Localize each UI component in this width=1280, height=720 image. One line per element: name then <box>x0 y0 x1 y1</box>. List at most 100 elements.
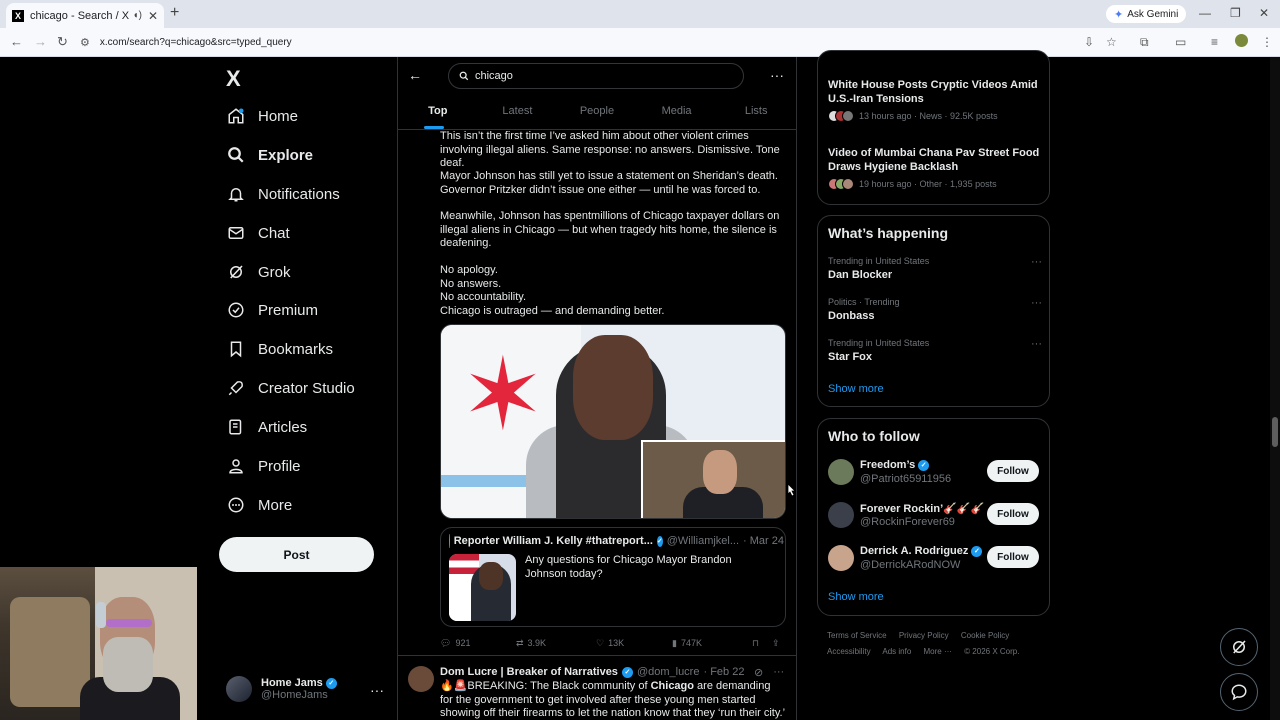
minimize-icon[interactable]: — <box>1199 6 1211 20</box>
share-icon[interactable]: ⇪ <box>772 638 780 649</box>
repost-button[interactable]: ⇄ 3.9K <box>516 638 596 649</box>
search-more-icon[interactable]: ··· <box>770 67 784 83</box>
follow-suggestion[interactable]: Derrick A. Rodriguez ✓ @DerrickARodNOW F… <box>828 543 1042 575</box>
maximize-icon[interactable]: ❐ <box>1230 6 1241 20</box>
back-arrow-icon[interactable]: ← <box>408 67 422 83</box>
reply-count: 921 <box>455 638 471 648</box>
quoted-tweet[interactable]: Reporter William J. Kelly #thatreport...… <box>440 527 786 627</box>
views-button[interactable]: ▮ 747K <box>672 638 752 649</box>
news-card: White House Posts Cryptic Videos Amid U.… <box>817 50 1050 205</box>
new-tab-button[interactable]: + <box>170 4 179 22</box>
avatar <box>449 534 450 548</box>
follow-handle: @DerrickARodNOW <box>860 559 961 571</box>
avatar <box>226 676 252 702</box>
nav-profile[interactable]: Profile <box>226 451 301 481</box>
nav-label: Chat <box>258 224 290 242</box>
news-meta-row: 19 hours ago · Other · 1,935 posts <box>828 178 1042 190</box>
messages-fab-button[interactable] <box>1220 673 1258 711</box>
trend-item[interactable]: Trending in United States Star Fox ··· <box>828 338 1042 363</box>
audio-icon[interactable]: ◖) <box>133 10 142 21</box>
footer-link[interactable]: More ··· <box>924 647 952 656</box>
nav-explore[interactable]: Explore <box>226 140 313 170</box>
profile-avatar[interactable] <box>1235 34 1248 47</box>
bookmark-icon[interactable]: ⊓ <box>752 638 772 649</box>
trend-item[interactable]: Trending in United States Dan Blocker ··… <box>828 256 1042 281</box>
nav-articles[interactable]: Articles <box>226 412 307 442</box>
tab-lists[interactable]: Lists <box>716 99 796 129</box>
nav-bookmarks[interactable]: Bookmarks <box>226 334 333 364</box>
follow-button[interactable]: Follow <box>987 503 1039 525</box>
nav-label: Premium <box>258 301 319 319</box>
webcam-overlay <box>0 567 197 720</box>
footer-link[interactable]: Accessibility <box>827 647 871 656</box>
post-button[interactable]: Post <box>219 537 374 572</box>
news-item[interactable]: Video of Mumbai Chana Pav Street Food Dr… <box>828 147 1042 190</box>
bookmark-star-icon[interactable]: ☆ <box>1106 35 1117 49</box>
tab-title: chicago - Search / X <box>30 9 130 22</box>
news-item[interactable]: White House Posts Cryptic Videos Amid U.… <box>828 79 1042 122</box>
install-icon[interactable]: ⇩ <box>1084 35 1094 49</box>
follow-button[interactable]: Follow <box>987 460 1039 482</box>
account-switcher[interactable]: Home Jams ✓ @HomeJams <box>226 674 386 704</box>
footer-link[interactable]: Terms of Service <box>827 631 887 640</box>
search-input[interactable]: chicago <box>448 63 744 89</box>
scrollbar-thumb[interactable] <box>1272 417 1278 447</box>
trend-more-icon[interactable]: ··· <box>1031 338 1042 350</box>
like-button[interactable]: ♡ 13K <box>596 638 672 649</box>
x-logo[interactable]: X <box>226 66 241 92</box>
who-to-follow-card: Who to follow Freedom’s ✓ @Patriot659119… <box>817 418 1050 616</box>
show-more-link[interactable]: Show more <box>828 591 884 603</box>
bell-icon <box>226 184 246 204</box>
nav-creator-studio[interactable]: Creator Studio <box>226 373 355 403</box>
nav-chat[interactable]: Chat <box>226 218 290 248</box>
browser-tab[interactable]: X chicago - Search / X ◖) ✕ <box>6 3 164 28</box>
site-info-icon[interactable]: ⚙ <box>80 36 90 49</box>
trend-more-icon[interactable]: ··· <box>1031 297 1042 309</box>
follow-suggestion[interactable]: Forever Rockin’🎸🎸🎸 @RockinForever69 Foll… <box>828 500 1042 532</box>
home-icon <box>226 106 246 126</box>
reply-button[interactable]: 💬︎ 921 <box>440 638 516 649</box>
quote-text: Any questions for Chicago Mayor Brandon … <box>525 554 732 580</box>
footer-link[interactable]: Privacy Policy <box>899 631 949 640</box>
tab-media[interactable]: Media <box>637 99 717 129</box>
follow-suggestion[interactable]: Freedom’s ✓ @Patriot65911956 Follow <box>828 457 1042 489</box>
reply-icon: 💬︎ <box>440 637 452 648</box>
follow-button[interactable]: Follow <box>987 546 1039 568</box>
trend-more-icon[interactable]: ··· <box>1031 256 1042 268</box>
grok-icon[interactable]: ⊘ <box>754 666 763 679</box>
extensions-icon[interactable]: ⧉ <box>1140 35 1149 50</box>
nav-home[interactable]: Home <box>226 101 298 131</box>
tab-latest[interactable]: Latest <box>478 99 558 129</box>
nav-premium[interactable]: Premium <box>226 295 318 325</box>
forward-icon[interactable]: → <box>34 34 47 49</box>
close-tab-icon[interactable]: ✕ <box>148 9 158 23</box>
footer-link[interactable]: Ads info <box>882 647 911 656</box>
x-favicon-icon: X <box>12 9 24 22</box>
ask-gemini-button[interactable]: ✦ Ask Gemini <box>1106 5 1187 23</box>
copyright: © 2026 X Corp. <box>964 647 1020 656</box>
nav-more[interactable]: More <box>226 490 292 520</box>
grok-icon <box>226 262 246 282</box>
tab-people[interactable]: People <box>557 99 637 129</box>
browser-menu-icon[interactable]: ⋮ <box>1261 35 1273 49</box>
tab-top[interactable]: Top <box>398 99 478 129</box>
show-more-link[interactable]: Show more <box>828 383 884 395</box>
nav-notifications[interactable]: Notifications <box>226 179 340 209</box>
trend-item[interactable]: Politics · Trending Donbass ··· <box>828 297 1042 322</box>
tweet[interactable]: Dom Lucre | Breaker of Narratives ✓ @dom… <box>398 655 796 720</box>
close-window-icon[interactable]: ✕ <box>1259 6 1269 20</box>
tweet-more-icon[interactable]: ··· <box>773 666 784 679</box>
media-controls-icon[interactable]: ≡ <box>1211 35 1218 49</box>
split-view-icon[interactable]: ▭ <box>1175 35 1186 49</box>
tweet-video[interactable]: ✶ <box>440 324 786 519</box>
account-more-icon[interactable]: ··· <box>370 682 384 698</box>
footer-link[interactable]: Cookie Policy <box>961 631 1009 640</box>
quote-header: Reporter William J. Kelly #thatreport...… <box>449 534 784 548</box>
reload-icon[interactable]: ↻ <box>57 34 68 50</box>
chat-bubble-icon <box>1231 684 1247 701</box>
grok-fab-button[interactable] <box>1220 628 1258 666</box>
back-icon[interactable]: ← <box>10 34 23 49</box>
page-scrollbar[interactable] <box>1270 57 1280 720</box>
tweet-header: Dom Lucre | Breaker of Narratives ✓ @dom… <box>440 666 744 678</box>
nav-grok[interactable]: Grok <box>226 257 291 287</box>
